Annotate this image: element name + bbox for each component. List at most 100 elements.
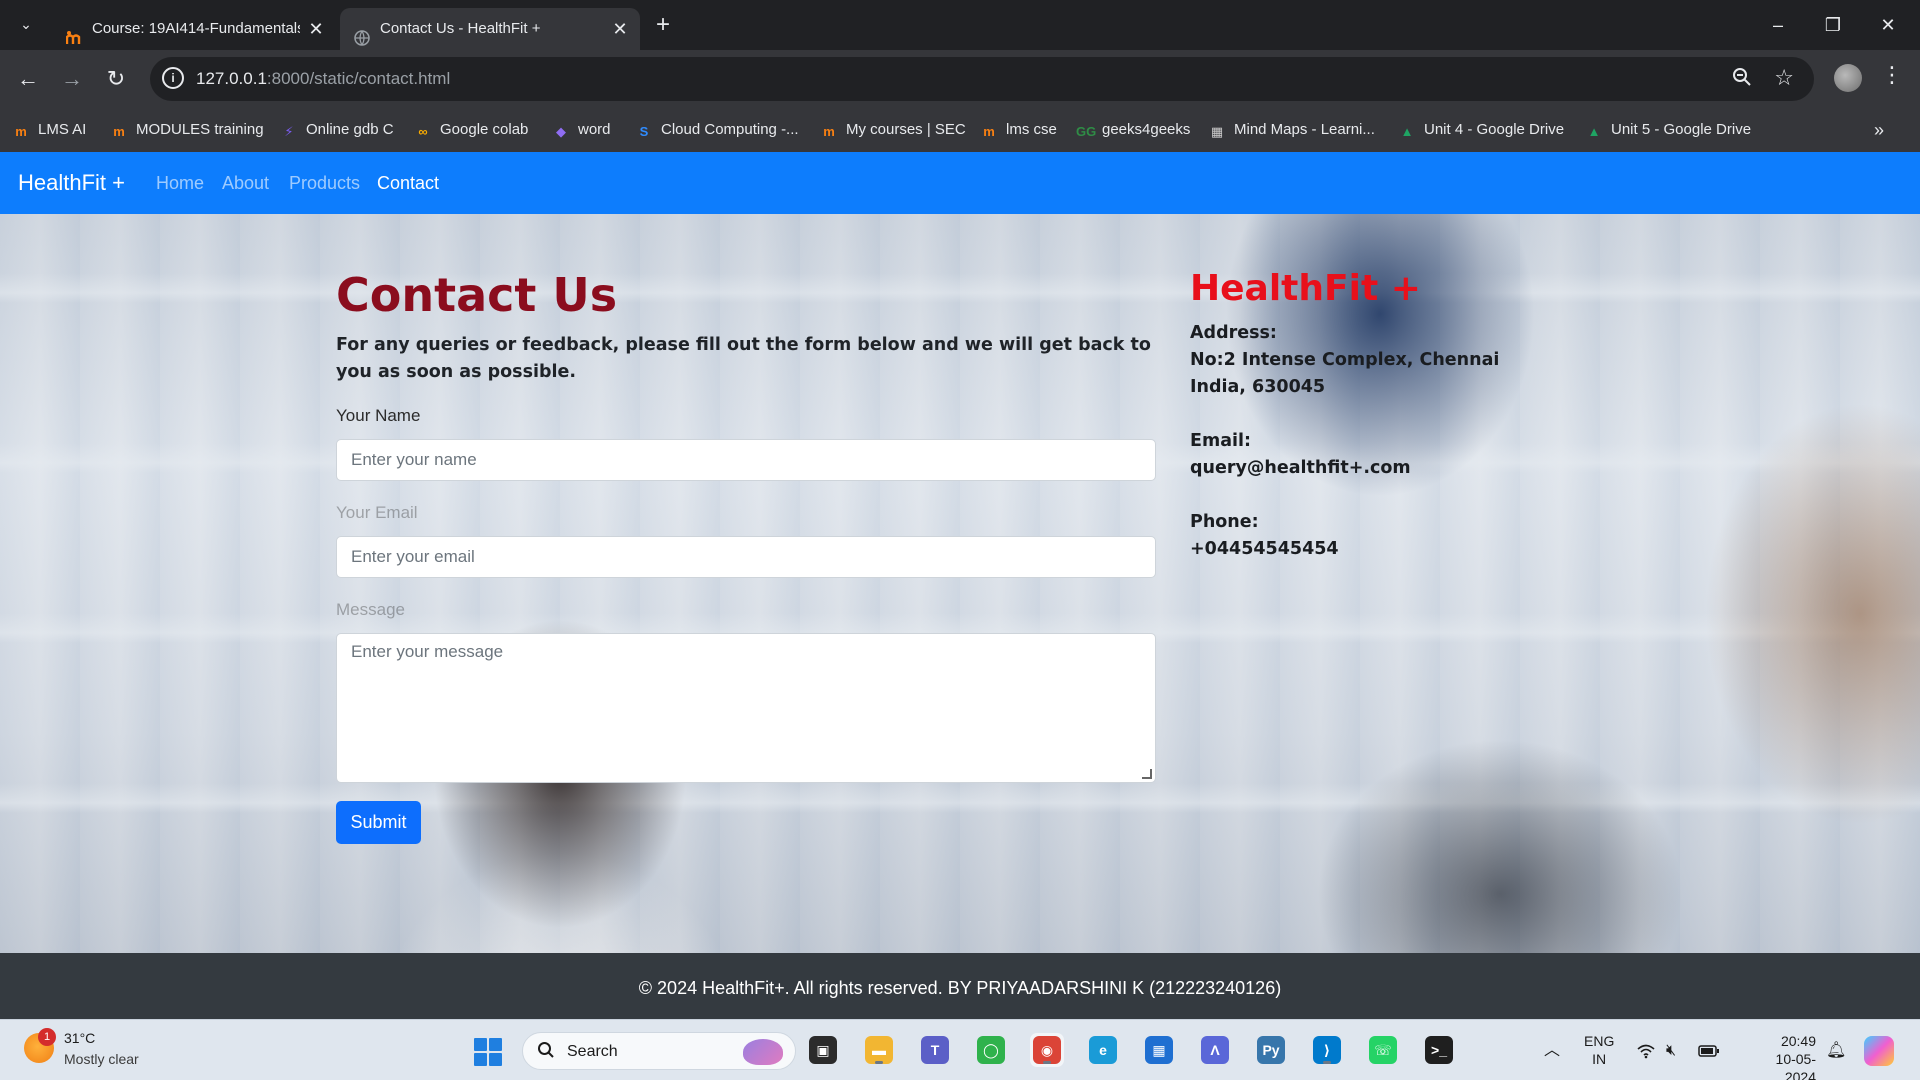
wifi-icon[interactable] [1636,1020,1656,1080]
reload-icon[interactable]: ↻ [100,63,132,95]
clock[interactable]: 20:49 10-05-2024 [1752,1032,1816,1080]
minimize-icon[interactable]: – [1756,10,1800,40]
site-brand[interactable]: HealthFit + [18,152,125,214]
message-label: Message [336,600,405,619]
phone-info-label: Phone: [1190,512,1259,532]
chrome-icon[interactable]: ◉ [1030,1033,1064,1067]
close-tab-icon[interactable]: ✕ [306,8,326,50]
python-icon[interactable]: Py [1254,1033,1288,1067]
bolt-icon: ⚡ [284,124,294,139]
file-explorer-icon[interactable]: ▬ [862,1033,896,1067]
address-bar[interactable]: i 127.0.0.1:8000/static/contact.html ☆ [150,57,1814,101]
bookmark-item[interactable]: ⚡ Online gdb C [280,108,394,152]
running-indicator [1323,1061,1331,1064]
back-arrow-icon[interactable]: ← [12,63,44,95]
bookmark-label: word [578,121,611,138]
tab-contact[interactable]: Contact Us - HealthFit + ✕ [340,8,640,50]
tab-title: Contact Us - HealthFit + [380,20,541,37]
email-input[interactable]: Enter your email [336,536,1156,578]
bookmark-item[interactable]: m lms cse [980,108,1057,152]
zoom-magnifier-icon[interactable] [1732,67,1752,92]
bookmark-label: Mind Maps - Learni... [1234,121,1375,138]
bookmark-label: My courses | SEC [846,121,966,138]
bookmark-item[interactable]: ▲ Unit 5 - Google Drive [1585,108,1752,152]
bookmark-label: Cloud Computing -... [661,121,799,138]
notification-bell-icon[interactable]: 🔔︎ [1826,1020,1846,1080]
nav-link-about[interactable]: About [222,152,269,214]
edge-icon[interactable]: e [1086,1033,1120,1067]
close-tab-icon[interactable]: ✕ [610,8,630,50]
phone-info-value: +04454545454 [1190,539,1339,559]
profile-avatar[interactable] [1834,64,1862,92]
message-placeholder: Enter your message [351,642,504,661]
bookmark-item[interactable]: m MODULES training [110,108,264,152]
name-label: Your Name [336,406,421,425]
bookmark-item[interactable]: m LMS AI [12,108,86,152]
language-indicator[interactable]: ENG IN [1584,1032,1614,1068]
launcher-icon[interactable]: Λ [1198,1033,1232,1067]
volume-muted-icon[interactable]: 🔇︎ [1666,1020,1676,1080]
weather-description[interactable]: Mostly clear [64,1051,139,1067]
bookmark-item[interactable]: m My courses | SEC [820,108,966,152]
sidebar-brand-title: HealthFit + [1190,268,1421,309]
bookmark-label: MODULES training [136,121,264,138]
new-tab-plus-icon[interactable]: + [650,13,676,39]
drive-icon: ▲ [1587,124,1601,139]
taskbar-search[interactable]: Search [522,1032,796,1070]
bookmark-item[interactable]: GG geeks4geeks [1076,108,1190,152]
gfg-icon: GG [1076,124,1097,139]
show-hidden-icons-chevron[interactable]: ︿ [1544,1020,1560,1080]
tab-search-chevron-icon[interactable]: ⌄ [14,12,38,36]
bookmark-star-icon[interactable]: ☆ [1774,65,1794,91]
more-bookmarks-icon[interactable]: » [1874,120,1884,141]
bookmarks-bar: m LMS AI m MODULES training ⚡ Online gdb C ∞ Go… [0,108,1920,152]
bookmark-label: lms cse [1006,121,1057,138]
battery-icon[interactable] [1698,1020,1720,1080]
whatsapp-icon[interactable]: ☏ [1366,1033,1400,1067]
restore-icon[interactable]: ❐ [1811,10,1855,40]
terminal-icon[interactable]: >_ [1422,1033,1456,1067]
vscode-icon[interactable]: ⟩ [1310,1033,1344,1067]
app-ring-icon[interactable]: ◯ [974,1033,1008,1067]
teams-icon[interactable]: T [918,1033,952,1067]
forward-arrow-icon[interactable]: → [56,63,88,95]
bookmark-label: Online gdb C [306,121,394,138]
email-label: Your Email [336,503,418,522]
tab-course[interactable]: Course: 19AI414-Fundamentals ✕ [52,8,336,50]
pharmacy-background-image [0,214,1920,953]
bookmark-item[interactable]: S Cloud Computing -... [635,108,799,152]
nav-link-home[interactable]: Home [156,152,204,214]
weather-temperature[interactable]: 31°C [64,1030,95,1046]
resize-handle-icon[interactable] [1142,769,1152,779]
close-window-icon[interactable]: ✕ [1866,10,1910,40]
bookmark-item[interactable]: ▦ Mind Maps - Learni... [1208,108,1375,152]
page-title: Contact Us [336,268,618,322]
store-icon[interactable]: ▦ [1142,1033,1176,1067]
browser-menu-icon[interactable]: ⋮ [1880,62,1904,88]
copilot-icon[interactable] [1864,1036,1894,1066]
moodle-icon: m [113,124,125,139]
url-text[interactable]: 127.0.0.1:8000/static/contact.html [196,57,450,101]
address-line-1: No:2 Intense Complex, Chennai [1190,350,1500,370]
moodle-icon: m [823,124,835,139]
submit-button[interactable]: Submit [336,801,421,844]
site-info-icon[interactable]: i [162,67,184,89]
name-input[interactable]: Enter your name [336,439,1156,481]
bookmark-item[interactable]: ▲ Unit 4 - Google Drive [1398,108,1565,152]
message-textarea[interactable]: Enter your message [336,633,1156,783]
task-view-icon[interactable]: ▣ [806,1033,840,1067]
running-indicator [875,1061,883,1064]
moodle-icon: m [983,124,995,139]
moodle-icon [65,21,84,44]
bookmark-label: geeks4geeks [1102,121,1191,138]
email-info-label: Email: [1190,431,1251,451]
drive-icon: ▲ [1400,124,1414,139]
nav-link-contact[interactable]: Contact [377,152,439,214]
nav-link-products[interactable]: Products [289,152,360,214]
windows-start-icon[interactable] [474,1038,502,1066]
bookmark-item[interactable]: ◆ word [552,108,611,152]
bookmark-label: Unit 4 - Google Drive [1424,121,1565,138]
bookmark-item[interactable]: ∞ Google colab [414,108,528,152]
site-navbar: HealthFit + Home About Products Contact [0,152,1920,214]
search-label: Search [567,1043,618,1060]
